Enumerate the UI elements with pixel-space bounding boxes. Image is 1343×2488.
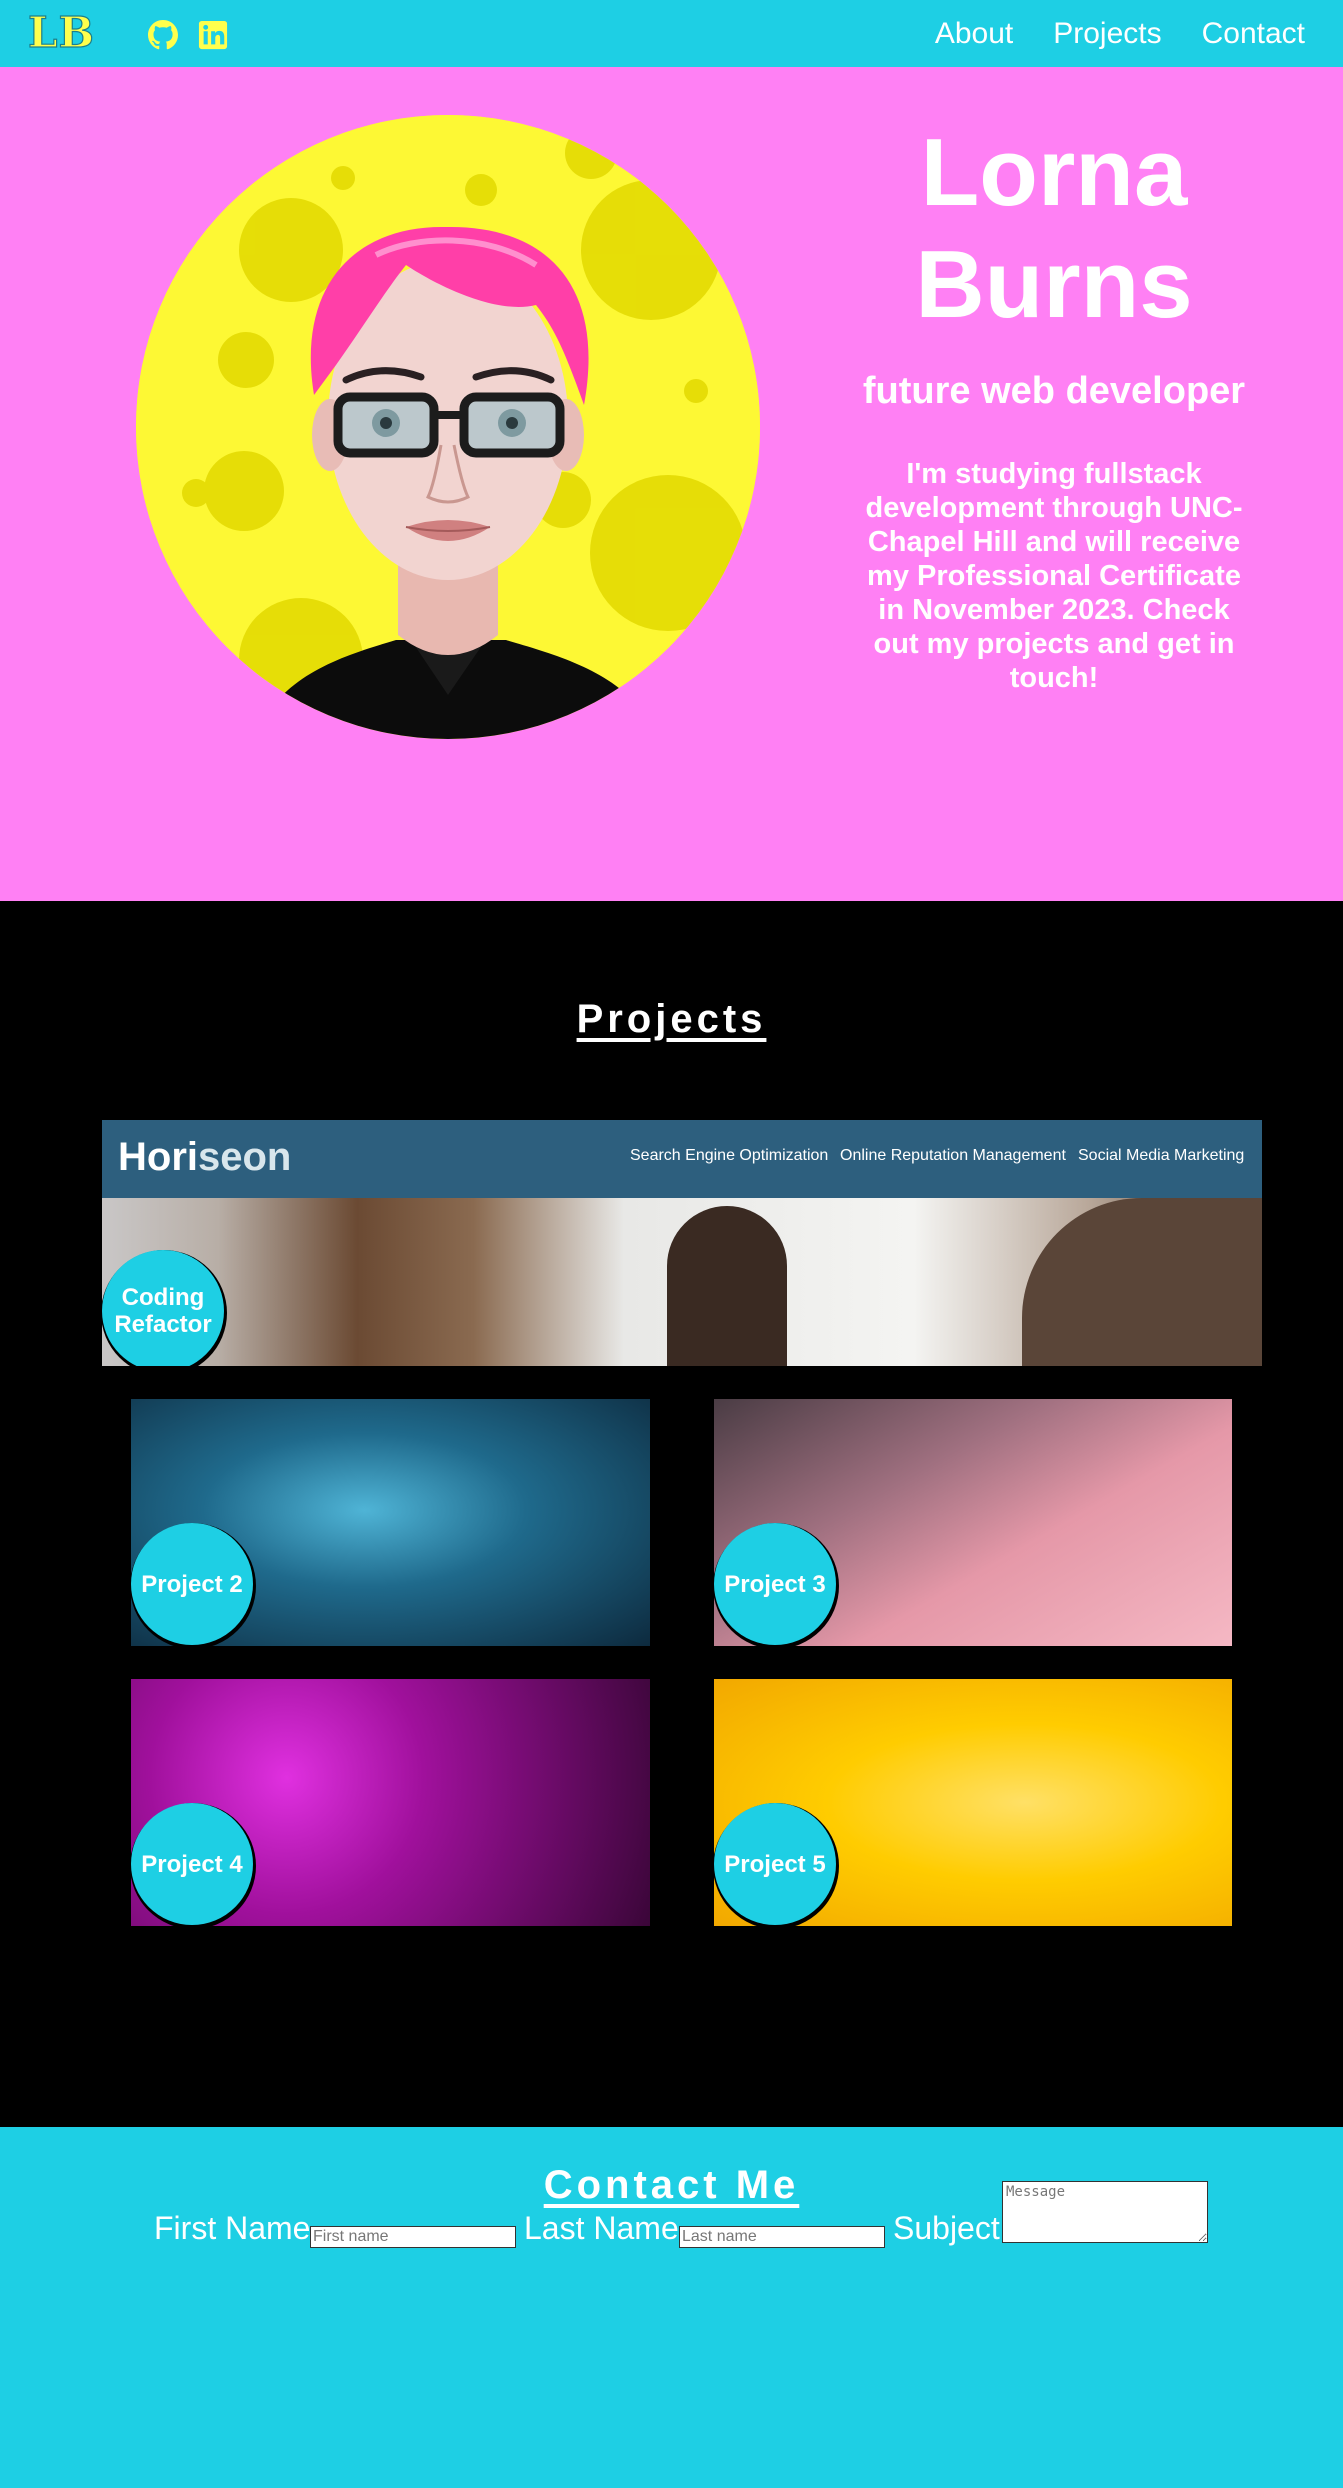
- horiseon-nav-orm: Online Reputation Management: [840, 1147, 1066, 1164]
- last-name-input[interactable]: [679, 2226, 885, 2248]
- last-name-label: Last Name: [524, 2210, 679, 2246]
- linkedin-icon[interactable]: [198, 20, 228, 50]
- horiseon-brand: Horiseon: [118, 1135, 292, 1179]
- project-card-coding-refactor[interactable]: Horiseon Search Engine Optimization Onli…: [102, 1120, 1262, 1366]
- projects-section: Projects Horiseon Search Engine Optimiza…: [0, 901, 1343, 2127]
- message-textarea[interactable]: [1002, 2181, 1208, 2243]
- first-name-input[interactable]: [310, 2226, 516, 2248]
- hero-name-last: Burns: [915, 231, 1193, 338]
- profile-avatar: [136, 115, 760, 739]
- project-card-3[interactable]: Project 3: [714, 1399, 1232, 1646]
- first-name-label: First Name: [154, 2210, 311, 2246]
- project-badge: Project 3: [714, 1523, 836, 1645]
- project-badge: Project 5: [714, 1803, 836, 1925]
- horiseon-hero-image: [102, 1198, 1262, 1366]
- horiseon-nav-smm: Social Media Marketing: [1078, 1147, 1245, 1164]
- contact-section: Contact Me First Name Last Name Subject: [0, 2127, 1343, 2488]
- nav-link-contact[interactable]: Contact: [1202, 14, 1305, 54]
- project-label: Project 3: [724, 1570, 826, 1598]
- subject-label: Subject: [893, 2210, 1000, 2246]
- hero-role: future web developer: [862, 370, 1246, 412]
- top-nav: LB About Projects Contact: [0, 0, 1343, 67]
- about-section: Lorna Burns future web developer I'm stu…: [0, 67, 1343, 901]
- nav-link-projects[interactable]: Projects: [1053, 14, 1161, 54]
- horiseon-nav-seo: Search Engine Optimization: [630, 1147, 829, 1164]
- project-label: Coding Refactor: [114, 1284, 212, 1338]
- project-label: Project 4: [141, 1850, 243, 1878]
- project-label: Project 2: [141, 1570, 243, 1598]
- nav-link-about[interactable]: About: [935, 14, 1013, 54]
- project-card-2[interactable]: Project 2: [131, 1399, 650, 1646]
- hero-name-first: Lorna: [920, 119, 1188, 226]
- project-badge: Project 2: [131, 1523, 253, 1645]
- projects-title: Projects: [576, 997, 767, 1041]
- project-badge: Coding Refactor: [102, 1250, 224, 1366]
- project-card-4[interactable]: Project 4: [131, 1679, 650, 1926]
- project-card-5[interactable]: Project 5: [714, 1679, 1232, 1926]
- site-logo[interactable]: LB: [27, 7, 95, 58]
- horiseon-header: Horiseon Search Engine Optimization Onli…: [102, 1120, 1262, 1198]
- hero-bio: I'm studying fullstack development throu…: [865, 458, 1243, 694]
- project-label: Project 5: [724, 1850, 826, 1878]
- github-icon[interactable]: [148, 20, 178, 50]
- project-badge: Project 4: [131, 1803, 253, 1925]
